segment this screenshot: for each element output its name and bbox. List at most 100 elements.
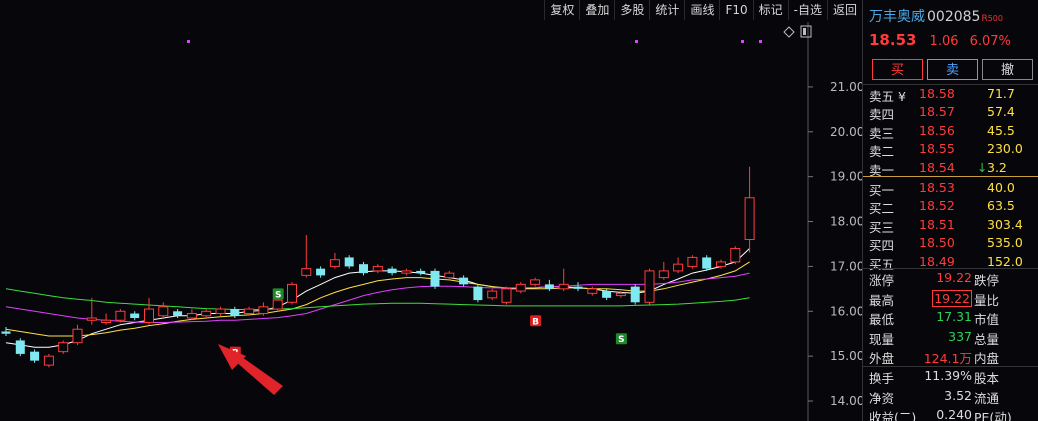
ask-level-row[interactable]: 卖四 18.57 57.4 — [863, 104, 1038, 122]
candle-body[interactable] — [130, 313, 140, 319]
stat-value: 19.22 — [932, 289, 972, 307]
toolbar-button[interactable]: 标记 — [752, 0, 788, 20]
sell-signal-marker[interactable]: S — [615, 333, 627, 345]
chart-toolbar: 复权 叠加 多股 统计 画线 F10 标记 -自选 返回 — [544, 0, 862, 22]
candle-body[interactable] — [487, 290, 498, 299]
candle-body[interactable] — [573, 286, 583, 289]
candle-body[interactable] — [1, 331, 11, 334]
level-volume: 303.4 — [987, 216, 1023, 232]
candle-body[interactable] — [544, 284, 554, 289]
buy-signal-marker[interactable]: B — [530, 315, 542, 327]
ask-level-row[interactable]: 卖二 18.55 230.0 — [863, 141, 1038, 159]
candle-body[interactable] — [615, 292, 626, 297]
stat-row: 最高 19.22 量比 — [863, 289, 1038, 310]
candle-body[interactable] — [459, 277, 469, 285]
candle-body[interactable] — [587, 288, 598, 294]
candle-body[interactable] — [158, 306, 169, 317]
candle-body[interactable] — [72, 328, 83, 344]
level-label: 买四 — [869, 238, 895, 254]
candle-body[interactable] — [344, 257, 354, 267]
level-volume: 230.0 — [987, 141, 1023, 157]
stat-label: 内盘 — [974, 351, 1000, 366]
toolbar-button[interactable]: 返回 — [826, 0, 862, 20]
candle-body[interactable] — [30, 351, 40, 361]
candle-body[interactable] — [416, 270, 426, 274]
candle-body[interactable] — [301, 268, 312, 276]
bid-level-row[interactable]: 买四 18.50 535.0 — [863, 235, 1038, 253]
candle-body[interactable] — [329, 259, 340, 267]
level-label: 买一 — [869, 183, 895, 198]
bid-level-row[interactable]: 买一 18.53 40.0 — [863, 180, 1038, 198]
candle-body[interactable] — [530, 279, 541, 285]
candle-body[interactable] — [630, 286, 640, 303]
kline-chart-area[interactable]: SBBS 21.0020.0019.0018.0017.0016.0015.00… — [0, 0, 862, 421]
ask-level-row[interactable]: 卖五 ¥ 18.58 71.7 — [863, 86, 1038, 104]
candle-body[interactable] — [215, 308, 226, 315]
candle-body[interactable] — [173, 311, 183, 316]
candle-body[interactable] — [15, 340, 25, 354]
stat-label: 总量 — [974, 331, 1000, 347]
candle-body[interactable] — [602, 291, 612, 298]
candle-body[interactable] — [444, 272, 455, 279]
level-price: 18.54 — [919, 159, 955, 175]
buy-button[interactable]: 买 — [872, 59, 923, 80]
divider — [863, 84, 1038, 85]
candle-body[interactable] — [658, 270, 669, 279]
marker-label: B — [532, 317, 539, 327]
candle-body[interactable] — [86, 317, 97, 321]
candle-body[interactable] — [687, 256, 698, 267]
candle-body[interactable] — [716, 261, 726, 267]
toolbar-button[interactable]: 多股 — [614, 0, 649, 20]
candle-body[interactable] — [230, 309, 240, 316]
toolbar-button[interactable]: 复权 — [544, 0, 579, 20]
candle-body[interactable] — [272, 299, 283, 310]
price-row: 18.53 1.06 6.07% — [869, 30, 1011, 49]
ask-level-row[interactable]: 卖三 18.56 45.5 — [863, 123, 1038, 141]
candle-body[interactable] — [201, 310, 212, 317]
signal-dot — [187, 40, 190, 43]
candle-body[interactable] — [186, 313, 197, 319]
candle-body[interactable] — [473, 286, 483, 301]
candle-body[interactable] — [387, 268, 397, 274]
candle-body[interactable] — [430, 270, 440, 287]
diamond-icon[interactable] — [783, 26, 795, 38]
candle-body[interactable] — [730, 247, 741, 263]
toolbar-button[interactable]: 统计 — [649, 0, 684, 20]
bid-level-row[interactable]: 买三 18.51 303.4 — [863, 217, 1038, 235]
marker-label: S — [618, 335, 624, 345]
candle-body[interactable] — [316, 268, 326, 276]
candle-body[interactable] — [501, 288, 512, 303]
bid-level-row[interactable]: 买二 18.52 63.5 — [863, 198, 1038, 216]
stat-label: 外盘 — [869, 351, 895, 366]
candle-body[interactable] — [558, 283, 569, 290]
candle-body[interactable] — [401, 270, 412, 274]
toolbar-button[interactable]: F10 — [719, 0, 752, 20]
candle-body[interactable] — [372, 265, 383, 272]
candle-body[interactable] — [244, 308, 255, 315]
candle-body[interactable] — [644, 270, 655, 303]
candle-body[interactable] — [702, 257, 712, 269]
stat-value: 3.52 — [944, 387, 972, 403]
sell-button[interactable]: 卖 — [927, 59, 978, 80]
candle-body[interactable] — [101, 319, 112, 323]
candle-body[interactable] — [144, 308, 154, 323]
divider — [863, 268, 1038, 269]
toolbar-button[interactable]: 画线 — [684, 0, 719, 20]
candle-body[interactable] — [58, 342, 69, 353]
candle-body[interactable] — [359, 264, 368, 274]
candle-body[interactable] — [115, 310, 126, 321]
toolbar-button[interactable]: -自选 — [787, 0, 827, 20]
candle-body[interactable] — [673, 263, 684, 272]
y-tick-label: 16.00 — [830, 304, 862, 318]
window-toggle-icon[interactable] — [800, 25, 812, 38]
ask-level-row[interactable]: 卖一 18.54 ↓ 3.2 — [863, 160, 1038, 178]
candle-body[interactable] — [258, 306, 269, 315]
candle-body[interactable] — [287, 283, 297, 303]
cancel-order-button[interactable]: 撤 — [982, 59, 1033, 80]
sell-signal-marker[interactable]: S — [272, 288, 284, 300]
candle-body[interactable] — [515, 283, 526, 292]
kline-chart[interactable]: SBBS 21.0020.0019.0018.0017.0016.0015.00… — [0, 0, 862, 421]
toolbar-button[interactable]: 叠加 — [579, 0, 614, 20]
candle-body[interactable] — [43, 355, 54, 366]
candle-body[interactable] — [744, 197, 755, 240]
